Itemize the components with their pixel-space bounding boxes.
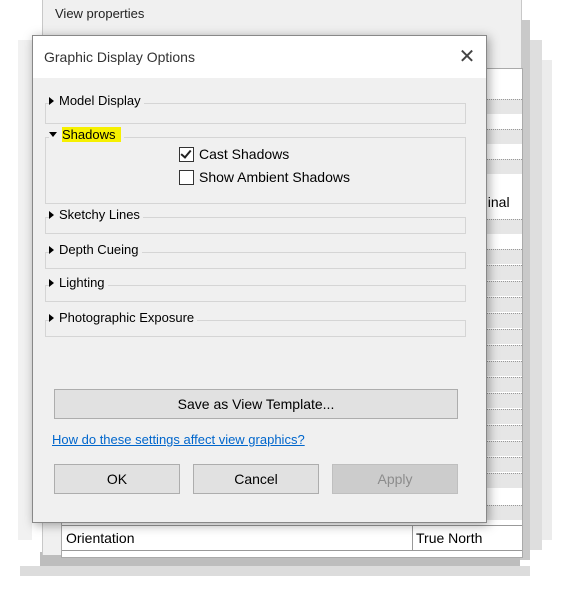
- section-label: Shadows: [62, 127, 122, 142]
- dialog-titlebar: Graphic Display Options ✕: [33, 36, 486, 78]
- checkmark-icon: [180, 146, 192, 159]
- ok-button[interactable]: OK: [54, 464, 180, 494]
- apply-button[interactable]: Apply: [332, 464, 458, 494]
- expand-arrow-icon: [49, 210, 54, 219]
- graphic-display-options-dialog: Graphic Display Options ✕ Model Display …: [32, 35, 487, 523]
- section-frame: [45, 285, 466, 302]
- collapse-arrow-icon: [49, 132, 57, 137]
- orientation-value: True North: [416, 530, 483, 546]
- section-header-photographic-exposure[interactable]: Photographic Exposure: [49, 310, 198, 325]
- section-model-display: Model Display: [45, 93, 466, 124]
- cast-shadows-checkbox[interactable]: [179, 146, 194, 162]
- blur-right-3: [542, 60, 552, 540]
- section-shadows: Shadows Cast Shadows Show Ambient Shadow…: [45, 127, 466, 207]
- section-label: Sketchy Lines: [59, 207, 140, 222]
- section-label: Photographic Exposure: [59, 310, 195, 325]
- section-label: Lighting: [59, 275, 105, 290]
- blur-bottom-2: [20, 566, 530, 576]
- expand-arrow-icon: [49, 245, 54, 254]
- section-sketchy-lines: Sketchy Lines: [45, 207, 466, 237]
- cast-shadows-label: Cast Shadows: [199, 146, 290, 162]
- show-ambient-shadows-label: Show Ambient Shadows: [199, 169, 350, 185]
- column-divider: [412, 526, 413, 550]
- show-ambient-shadows-option[interactable]: Show Ambient Shadows: [179, 169, 350, 185]
- section-header-shadows[interactable]: Shadows: [49, 127, 125, 142]
- show-ambient-shadows-checkbox[interactable]: [179, 169, 194, 185]
- section-depth-cueing: Depth Cueing: [45, 242, 466, 272]
- dialog-title: Graphic Display Options: [44, 49, 195, 65]
- cancel-button[interactable]: Cancel: [193, 464, 319, 494]
- help-link[interactable]: How do these settings affect view graphi…: [52, 432, 305, 447]
- close-button[interactable]: ✕: [453, 42, 481, 70]
- background-window-title: View properties: [55, 6, 145, 21]
- expand-arrow-icon: [49, 313, 54, 322]
- section-header-model-display[interactable]: Model Display: [49, 93, 144, 108]
- expand-arrow-icon: [49, 96, 54, 105]
- blur-right-2: [530, 40, 542, 550]
- save-as-view-template-button[interactable]: Save as View Template...: [54, 389, 458, 419]
- orientation-row[interactable]: Orientation True North: [62, 525, 522, 551]
- section-lighting: Lighting: [45, 275, 466, 305]
- blur-left: [18, 40, 32, 540]
- section-header-sketchy-lines[interactable]: Sketchy Lines: [49, 207, 143, 222]
- orientation-label: Orientation: [66, 530, 135, 546]
- section-header-depth-cueing[interactable]: Depth Cueing: [49, 242, 142, 257]
- cast-shadows-option[interactable]: Cast Shadows: [179, 146, 289, 162]
- section-label: Depth Cueing: [59, 242, 139, 257]
- close-icon: ✕: [458, 45, 476, 68]
- section-photographic-exposure: Photographic Exposure: [45, 310, 466, 340]
- expand-arrow-icon: [49, 278, 54, 287]
- section-label: Model Display: [59, 93, 141, 108]
- section-header-lighting[interactable]: Lighting: [49, 275, 108, 290]
